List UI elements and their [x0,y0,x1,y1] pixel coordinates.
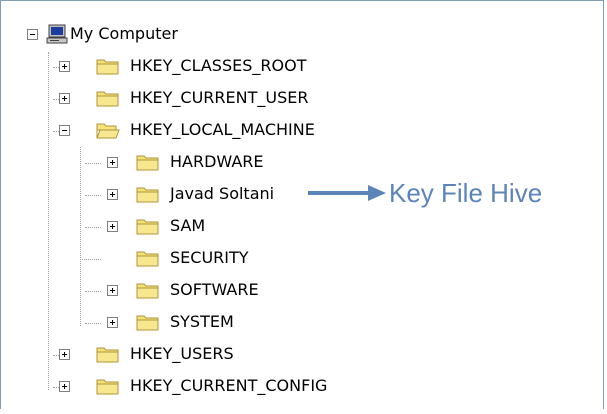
tree-item-hkey-current-user[interactable]: HKEY_CURRENT_USER [124,82,308,114]
folder-icon [96,91,119,107]
tree-connector [85,323,101,324]
tree-item-software[interactable]: SOFTWARE [164,274,259,306]
tree-connector [85,163,101,164]
folder-icon [136,187,159,203]
tree-item-label: My Computer [70,24,178,43]
collapse-toggle[interactable] [59,125,70,136]
tree-item-hkey-local-machine[interactable]: HKEY_LOCAL_MACHINE [124,114,315,146]
tree-connector [80,259,101,260]
tree-item-label: SECURITY [170,248,249,267]
tree-item-label: HKEY_CLASSES_ROOT [130,56,307,75]
tree-item-label: HKEY_USERS [130,344,234,363]
annotation-arrow-icon [308,185,386,201]
tree-connector [85,195,101,196]
tree-item-hardware[interactable]: HARDWARE [164,146,264,178]
folder-icon [136,315,159,331]
expand-toggle[interactable] [107,285,118,296]
folder-icon [96,379,119,395]
expand-toggle[interactable] [107,221,118,232]
tree-connector [80,147,81,326]
tree-item-label: HKEY_LOCAL_MACHINE [130,120,315,139]
expand-toggle[interactable] [107,189,118,200]
frame-bottom-gap [0,409,607,414]
tree-item-javad-soltani[interactable]: Javad Soltani [164,178,274,210]
expand-toggle[interactable] [59,61,70,72]
tree-item-label: SYSTEM [170,312,234,331]
expand-toggle[interactable] [107,317,118,328]
tree-connector [85,291,101,292]
folder-icon [136,283,159,299]
expand-toggle[interactable] [59,381,70,392]
collapse-toggle[interactable] [27,29,38,40]
annotation-label: Key File Hive [389,178,543,208]
expand-toggle[interactable] [107,157,118,168]
folder-icon [96,59,119,75]
folder-icon [96,347,119,363]
tree-item-system[interactable]: SYSTEM [164,306,234,338]
open-folder-icon [96,123,120,139]
tree-item-my-computer[interactable]: My Computer [64,18,178,50]
tree-item-sam[interactable]: SAM [164,210,205,242]
registry-tree: My Computer HKEY_CLASSES_ROOT HKEY_CURRE… [0,0,600,408]
tree-item-label: SOFTWARE [170,280,259,299]
tree-item-security[interactable]: SECURITY [164,242,249,274]
tree-item-label: SAM [170,216,206,235]
folder-icon [136,219,159,235]
tree-connector [85,227,101,228]
tree-item-label: HKEY_CURRENT_USER [130,88,309,107]
tree-item-label: Javad Soltani [170,184,275,203]
tree-item-hkey-classes-root[interactable]: HKEY_CLASSES_ROOT [124,50,306,82]
tree-connector [48,52,49,390]
folder-icon [136,251,159,267]
tree-item-hkey-users[interactable]: HKEY_USERS [124,338,234,370]
expand-toggle[interactable] [59,93,70,104]
folder-icon [136,155,159,171]
expand-toggle[interactable] [59,349,70,360]
tree-item-label: HARDWARE [170,152,264,171]
tree-item-label: HKEY_CURRENT_CONFIG [130,376,328,395]
tree-item-hkey-current-config[interactable]: HKEY_CURRENT_CONFIG [124,370,327,402]
